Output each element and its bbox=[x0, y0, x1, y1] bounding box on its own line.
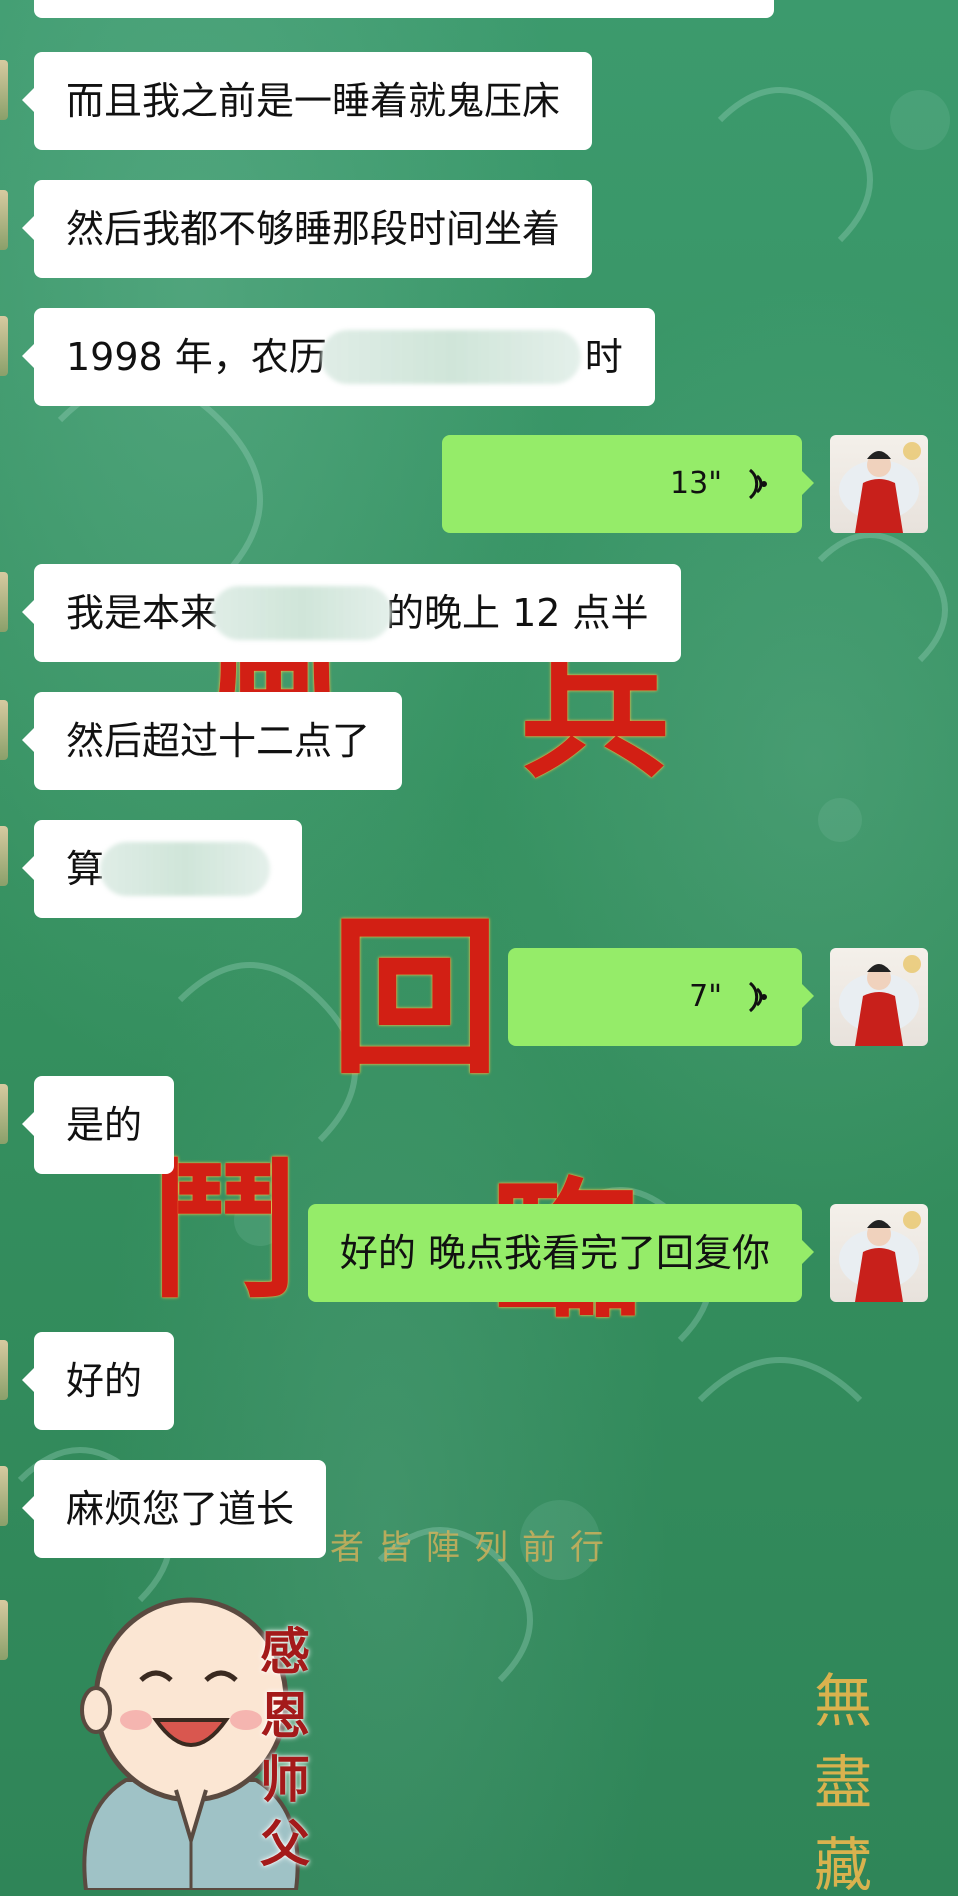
sticker-caption: 感恩师父 bbox=[260, 1622, 310, 1873]
avatar-left-strip[interactable] bbox=[0, 826, 8, 886]
message-bubble-incoming[interactable]: 是的 bbox=[21, 1076, 175, 1174]
avatar-left-strip[interactable] bbox=[0, 1466, 8, 1526]
avatar-portrait bbox=[839, 442, 921, 533]
message-bubble-incoming[interactable]: 1998 年，农历 时 bbox=[22, 308, 655, 406]
avatar-portrait bbox=[839, 955, 921, 1046]
avatar-left-strip[interactable] bbox=[0, 1600, 8, 1660]
message-bubble-incoming[interactable]: 而且我之前是一睡着就鬼压床 bbox=[21, 52, 593, 150]
avatar-left-strip[interactable] bbox=[0, 1340, 8, 1400]
message-bubble-incoming[interactable]: 好的 bbox=[21, 1332, 175, 1430]
red-seal-glyph-3: 回 bbox=[330, 898, 501, 1098]
message-bubble-incoming[interactable]: 我是本来 的晚上 12 点半 bbox=[22, 564, 681, 662]
background-motto: 者皆陣列前行 bbox=[330, 1528, 618, 1568]
avatar-icon[interactable] bbox=[830, 1204, 928, 1302]
message-text: 而且我之前是一睡着就鬼压床 bbox=[66, 79, 561, 123]
message-text: 1998 年，农历 bbox=[66, 335, 327, 379]
voice-message-outgoing[interactable]: 7" bbox=[508, 948, 814, 1046]
avatar-portrait bbox=[839, 1211, 921, 1302]
voice-duration: 7" bbox=[689, 979, 722, 1014]
message-text: 然后我都不够睡那段时间坐着 bbox=[66, 207, 561, 251]
message-bubble-partial[interactable] bbox=[34, 0, 774, 18]
avatar-left-strip[interactable] bbox=[0, 316, 8, 376]
voice-duration: 13" bbox=[670, 466, 722, 501]
avatar-left-strip[interactable] bbox=[0, 572, 8, 632]
background-seal-text: 無盡藏 bbox=[813, 1667, 872, 1896]
message-text: 麻烦您了道长 bbox=[66, 1487, 295, 1531]
avatar-icon[interactable] bbox=[830, 948, 928, 1046]
message-bubble-outgoing[interactable]: 好的 晚点我看完了回复你 bbox=[307, 1204, 815, 1302]
message-text: 的晚上 12 点半 bbox=[386, 591, 649, 635]
message-bubble-incoming[interactable]: 麻烦您了道长 bbox=[21, 1460, 327, 1558]
voice-wave-icon bbox=[748, 468, 767, 500]
redacted-blur bbox=[320, 330, 581, 384]
message-text: 我是本来 bbox=[66, 591, 219, 635]
avatar-left-strip[interactable] bbox=[0, 190, 8, 250]
message-text: 算 bbox=[66, 847, 105, 891]
avatar-icon[interactable] bbox=[830, 435, 928, 533]
avatar-left-strip[interactable] bbox=[0, 1084, 8, 1144]
message-bubble-incoming[interactable]: 然后我都不够睡那段时间坐着 bbox=[21, 180, 593, 278]
redacted-blur bbox=[100, 842, 271, 896]
message-text: 好的 bbox=[66, 1359, 143, 1403]
message-bubble-incoming[interactable]: 然后超过十二点了 bbox=[21, 692, 403, 790]
redacted-blur bbox=[212, 586, 393, 640]
voice-wave-icon bbox=[748, 981, 767, 1013]
avatar-left-strip[interactable] bbox=[0, 60, 8, 120]
message-text: 好的 晚点我看完了回复你 bbox=[339, 1231, 770, 1275]
avatar-left-strip[interactable] bbox=[0, 700, 8, 760]
message-text: 时 bbox=[584, 335, 623, 379]
message-text: 是的 bbox=[66, 1103, 143, 1147]
message-text: 然后超过十二点了 bbox=[66, 719, 371, 763]
voice-message-outgoing[interactable]: 13" bbox=[442, 435, 814, 533]
message-bubble-incoming[interactable]: 算 bbox=[21, 820, 303, 918]
